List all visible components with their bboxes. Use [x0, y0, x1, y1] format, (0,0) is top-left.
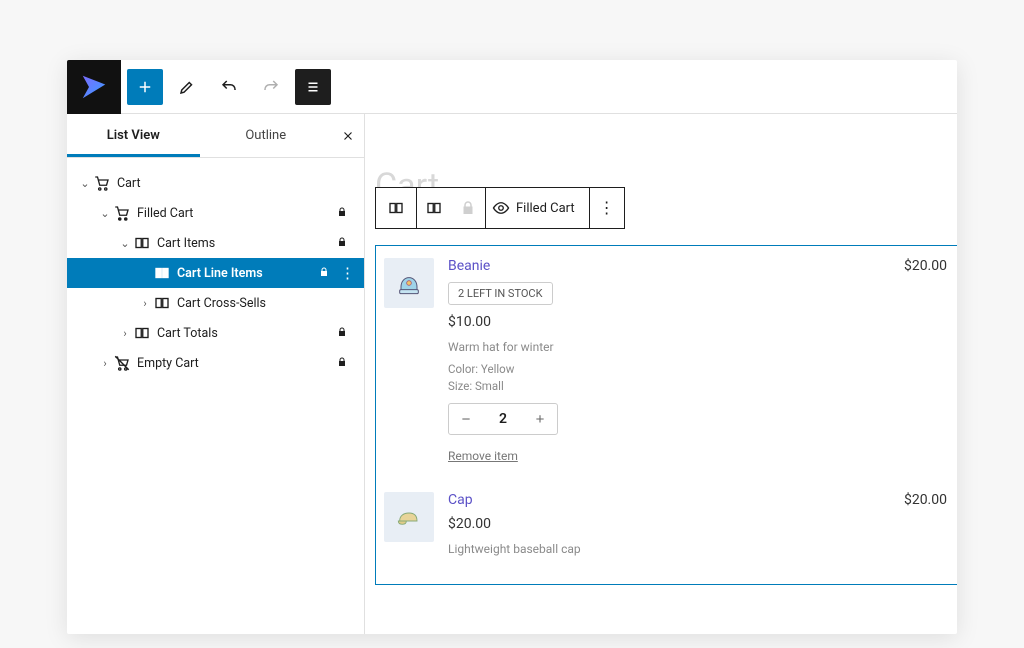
unit-price: $20.00: [448, 516, 947, 532]
close-sidebar-button[interactable]: [332, 114, 364, 157]
lock-icon: [459, 199, 477, 217]
product-description: Lightweight baseball cap: [448, 542, 947, 556]
edit-button[interactable]: [169, 69, 205, 105]
chevron-down-icon: ⌄: [77, 177, 93, 190]
stock-badge: 2 LEFT IN STOCK: [448, 282, 553, 305]
block-tree: ⌄ Cart ⌄ Filled Cart: [67, 158, 364, 378]
product-meta: Color: Yellow: [448, 362, 947, 376]
tree-item-cart-line-items[interactable]: Cart Line Items ⋮: [67, 258, 364, 288]
sidebar-tabs: List View Outline: [67, 114, 364, 158]
more-options-icon[interactable]: ⋮: [340, 264, 354, 282]
pencil-icon: [178, 78, 196, 96]
columns-icon: [425, 199, 443, 217]
tab-outline[interactable]: Outline: [200, 114, 333, 157]
tree-item-empty-cart[interactable]: › Empty Cart: [67, 348, 364, 378]
tree-label: Cart Totals: [157, 326, 336, 341]
cart-icon: [93, 174, 111, 192]
locked-indicator: [451, 188, 485, 228]
editor-canvas: Cart F: [365, 114, 957, 634]
block-toolbar: Filled Cart ⋮: [375, 187, 957, 229]
chevron-right-icon: ›: [97, 357, 113, 370]
app-logo[interactable]: [67, 60, 121, 114]
block-more-options[interactable]: ⋮: [590, 188, 624, 228]
lock-icon: [336, 326, 354, 341]
tree-item-cart[interactable]: ⌄ Cart: [67, 168, 364, 198]
block-type-button[interactable]: [376, 188, 416, 228]
paper-plane-icon: [79, 72, 109, 102]
close-icon: [341, 129, 355, 143]
unit-price: $10.00: [448, 314, 947, 330]
undo-button[interactable]: [211, 69, 247, 105]
lock-icon: [318, 266, 336, 281]
product-thumbnail: [384, 492, 434, 542]
sidebar: List View Outline ⌄ Cart ⌄: [67, 114, 365, 634]
redo-button[interactable]: [253, 69, 289, 105]
columns-icon: [387, 199, 405, 217]
cart-icon: [113, 204, 131, 222]
quantity-stepper[interactable]: − 2 +: [448, 403, 558, 435]
tree-label: Cart: [117, 176, 354, 191]
add-block-button[interactable]: [127, 69, 163, 105]
line-total: $20.00: [904, 492, 947, 508]
tree-item-cart-cross-sells[interactable]: › Cart Cross-Sells: [67, 288, 364, 318]
cart-item: Beanie $20.00 2 LEFT IN STOCK $10.00 War…: [384, 258, 947, 464]
qty-increase-button[interactable]: +: [523, 404, 557, 434]
cart-off-icon: [113, 354, 131, 372]
list-lines-icon: [304, 78, 322, 96]
beanie-icon: [393, 267, 425, 299]
tree-label: Cart Items: [157, 236, 336, 251]
chevron-right-icon: ›: [117, 327, 133, 340]
product-name[interactable]: Cap: [448, 492, 473, 508]
chevron-right-icon: ›: [137, 297, 153, 310]
lock-icon: [336, 236, 354, 251]
columns-icon: [153, 264, 171, 282]
more-vertical-icon: ⋮: [599, 200, 615, 216]
product-thumbnail: [384, 258, 434, 308]
cap-icon: [393, 501, 425, 533]
columns-icon: [153, 294, 171, 312]
tab-listview[interactable]: List View: [67, 114, 200, 157]
columns-icon: [133, 324, 151, 342]
lock-icon: [336, 206, 354, 221]
product-name[interactable]: Beanie: [448, 258, 490, 274]
chevron-down-icon: ⌄: [117, 237, 133, 250]
filled-cart-context-button[interactable]: Filled Cart: [486, 188, 589, 228]
tree-label: Empty Cart: [137, 356, 336, 371]
tree-item-cart-items[interactable]: ⌄ Cart Items: [67, 228, 364, 258]
lock-icon: [336, 356, 354, 371]
redo-icon: [262, 78, 280, 96]
qty-value: 2: [483, 411, 523, 427]
columns-icon: [133, 234, 151, 252]
block-toolbar-label: Filled Cart: [516, 201, 575, 216]
editor-window: List View Outline ⌄ Cart ⌄: [67, 60, 957, 634]
tree-item-cart-totals[interactable]: › Cart Totals: [67, 318, 364, 348]
cart-line-items-block[interactable]: Beanie $20.00 2 LEFT IN STOCK $10.00 War…: [375, 245, 957, 585]
plus-icon: [136, 78, 154, 96]
line-total: $20.00: [904, 258, 947, 274]
cart-item: Cap $20.00 $20.00 Lightweight baseball c…: [384, 492, 947, 564]
tree-item-filled-cart[interactable]: ⌄ Filled Cart: [67, 198, 364, 228]
product-meta: Size: Small: [448, 379, 947, 393]
editor-body: List View Outline ⌄ Cart ⌄: [67, 114, 957, 634]
tree-label: Cart Line Items: [177, 266, 318, 281]
chevron-down-icon: ⌄: [97, 207, 113, 220]
remove-item-link[interactable]: Remove item: [448, 449, 518, 463]
parent-block-button[interactable]: [417, 188, 451, 228]
top-toolbar: [67, 60, 957, 114]
qty-decrease-button[interactable]: −: [449, 404, 483, 434]
block-navigation-button[interactable]: [295, 69, 331, 105]
product-description: Warm hat for winter: [448, 340, 947, 354]
tree-label: Cart Cross-Sells: [177, 296, 354, 311]
eye-icon: [492, 199, 510, 217]
undo-icon: [220, 78, 238, 96]
tree-label: Filled Cart: [137, 206, 336, 221]
